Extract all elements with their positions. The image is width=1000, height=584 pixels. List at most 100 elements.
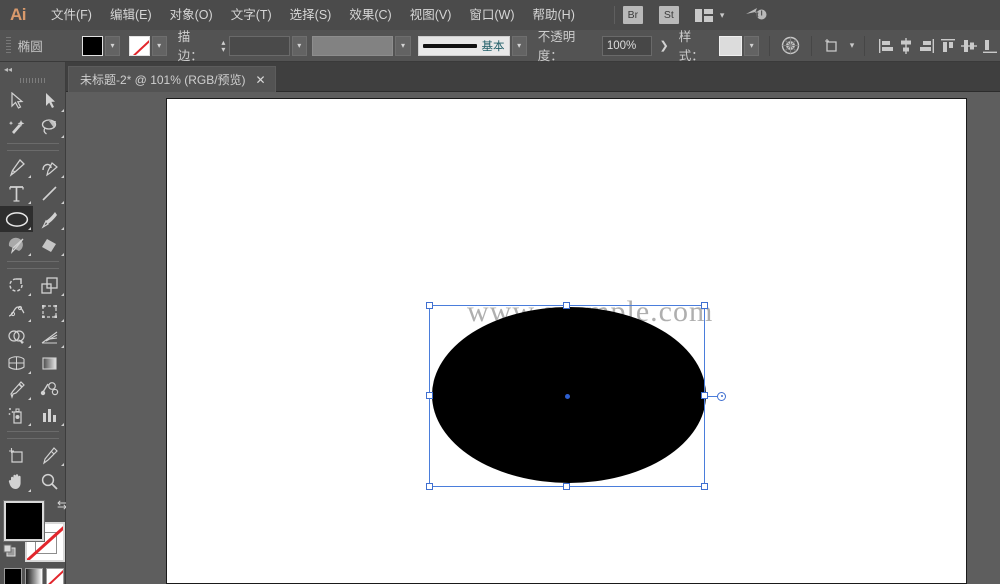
menu-edit[interactable]: 编辑(E)	[101, 0, 161, 30]
fill-indicator[interactable]	[4, 501, 44, 541]
tool-column-graph[interactable]	[33, 402, 66, 428]
fill-color-swatch[interactable]	[82, 36, 103, 56]
tool-free-transform[interactable]	[33, 298, 66, 324]
stroke-weight-label: 描边：	[178, 26, 213, 66]
menu-bar: Ai 文件(F) 编辑(E) 对象(O) 文字(T) 选择(S) 效果(C) 视…	[0, 0, 1000, 30]
handle-bottom-center[interactable]	[563, 483, 570, 490]
go-to-bridge-button[interactable]: Br	[623, 6, 643, 24]
tool-gradient[interactable]	[33, 350, 66, 376]
tool-eraser[interactable]	[33, 232, 66, 258]
opacity-more-arrow-icon[interactable]: ❯	[660, 39, 669, 52]
handle-top-right[interactable]	[701, 302, 708, 309]
tool-section-divider	[7, 431, 59, 432]
graphic-style-swatch[interactable]	[719, 36, 742, 56]
tool-mesh[interactable]	[0, 350, 33, 376]
stroke-weight-input[interactable]	[229, 36, 290, 56]
align-top-icon[interactable]	[938, 35, 959, 57]
opacity-input[interactable]: 100%	[602, 36, 652, 56]
handle-bottom-right[interactable]	[701, 483, 708, 490]
fill-dropdown-button[interactable]: ▾	[105, 36, 120, 56]
stroke-color-swatch[interactable]	[129, 36, 150, 56]
tool-slice[interactable]	[33, 442, 66, 468]
tool-rotate[interactable]	[0, 272, 33, 298]
transform-icon[interactable]	[822, 35, 843, 57]
stroke-dropdown-button[interactable]: ▾	[152, 36, 167, 56]
handle-middle-right[interactable]	[701, 392, 708, 399]
menu-effect[interactable]: 效果(C)	[340, 0, 400, 30]
tool-hand[interactable]	[0, 468, 33, 494]
align-right-icon[interactable]	[917, 35, 938, 57]
canvas-area[interactable]: www.example.com	[66, 92, 1000, 584]
tool-artboard[interactable]	[0, 442, 33, 468]
live-shape-widget-connector	[708, 396, 717, 397]
tool-grid	[0, 88, 66, 494]
tool-curvature[interactable]	[33, 154, 66, 180]
handle-top-left[interactable]	[426, 302, 433, 309]
align-horizontal-center-icon[interactable]	[896, 35, 917, 57]
tool-section-divider	[7, 268, 59, 269]
tool-blend[interactable]	[33, 376, 66, 402]
tool-perspective-grid[interactable]	[33, 324, 66, 350]
tool-group-indicator-icon	[61, 463, 64, 466]
tool-symbol-sprayer[interactable]	[0, 402, 33, 428]
handle-top-center[interactable]	[563, 302, 570, 309]
control-panel-grip[interactable]	[6, 37, 11, 55]
menu-file[interactable]: 文件(F)	[42, 0, 101, 30]
menu-type[interactable]: 文字(T)	[222, 0, 281, 30]
tool-section-divider	[7, 438, 59, 439]
tool-type[interactable]	[0, 180, 33, 206]
tool-group-indicator-icon	[61, 319, 64, 322]
tool-line-segment[interactable]	[33, 180, 66, 206]
color-swatch-button[interactable]	[4, 568, 22, 584]
document-tab[interactable]: 未标题-2* @ 101% (RGB/预览) ✕	[68, 66, 276, 92]
artboard[interactable]: www.example.com	[166, 98, 967, 584]
handle-middle-left[interactable]	[426, 392, 433, 399]
tool-pen[interactable]	[0, 154, 33, 180]
stroke-weight-dropdown-button[interactable]: ▾	[292, 36, 307, 56]
tool-selection[interactable]	[0, 88, 33, 114]
gradient-swatch-button[interactable]	[25, 568, 43, 584]
tool-shape-builder[interactable]	[0, 324, 33, 350]
align-left-icon[interactable]	[875, 35, 896, 57]
default-fill-stroke-icon[interactable]	[3, 544, 19, 565]
ellipse-radius-widget[interactable]	[717, 392, 726, 401]
stroke-profile-dropdown-button[interactable]: ▾	[395, 36, 410, 56]
selected-object-label: 椭圆	[18, 36, 82, 55]
stroke-weight-stepper[interactable]: ▴▾	[218, 36, 228, 56]
workspace-switcher-icon[interactable]: ▾	[695, 9, 725, 22]
tool-width[interactable]	[0, 298, 33, 324]
tool-section-divider	[7, 261, 59, 262]
brush-definition-select[interactable]: 基本	[418, 36, 509, 56]
recolor-artwork-icon[interactable]	[780, 35, 801, 57]
transform-chevron-down-icon[interactable]: ▾	[850, 40, 855, 51]
app-logo-icon: Ai	[0, 0, 36, 30]
tool-scale[interactable]	[33, 272, 66, 298]
adobe-stock-button[interactable]: St	[659, 6, 679, 24]
tool-shaper[interactable]	[0, 232, 33, 258]
close-icon[interactable]: ✕	[256, 73, 266, 87]
tool-zoom[interactable]	[33, 468, 66, 494]
menu-select[interactable]: 选择(S)	[281, 0, 341, 30]
stroke-profile-input[interactable]	[312, 36, 394, 56]
align-bottom-icon[interactable]	[979, 35, 1000, 57]
document-tab-title: 未标题-2* @ 101% (RGB/预览)	[80, 71, 246, 88]
brush-dropdown-button[interactable]: ▾	[512, 36, 527, 56]
tool-ellipse[interactable]	[0, 206, 33, 232]
tool-group-indicator-icon	[61, 201, 64, 204]
style-dropdown-button[interactable]: ▾	[744, 36, 759, 56]
tools-panel-grip[interactable]	[20, 78, 46, 83]
tool-magic-wand[interactable]	[0, 114, 33, 140]
none-swatch-button[interactable]	[46, 568, 64, 584]
handle-bottom-left[interactable]	[426, 483, 433, 490]
collapse-panel-button[interactable]: ◂◂	[0, 62, 65, 76]
tool-group-indicator-icon	[28, 489, 31, 492]
tool-paintbrush[interactable]	[33, 206, 66, 232]
align-vertical-center-icon[interactable]	[958, 35, 979, 57]
menu-view[interactable]: 视图(V)	[401, 0, 461, 30]
menu-window[interactable]: 窗口(W)	[460, 0, 523, 30]
tool-eyedropper[interactable]	[0, 376, 33, 402]
tool-lasso[interactable]	[33, 114, 66, 140]
tool-direct-selection[interactable]	[33, 88, 66, 114]
creative-cloud-sync-icon[interactable]	[744, 5, 768, 26]
tools-panel: ◂◂	[0, 62, 66, 584]
